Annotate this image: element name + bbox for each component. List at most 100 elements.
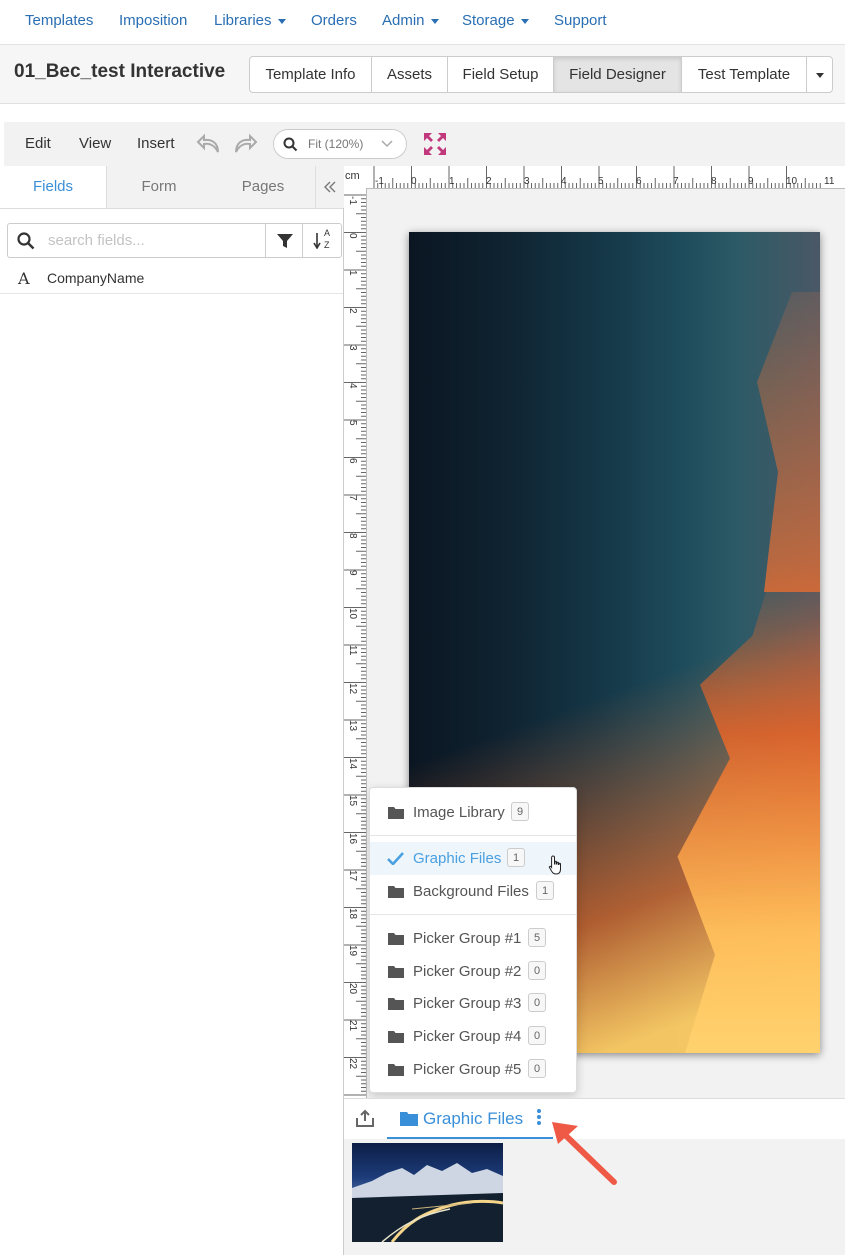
nav-admin-label: Admin (382, 12, 425, 29)
nav-libraries-label: Libraries (214, 12, 272, 29)
caret-down-icon (277, 18, 286, 24)
asset-thumbnail[interactable] (352, 1143, 503, 1242)
folder-item-background-files[interactable]: Background Files 1 (370, 875, 576, 908)
field-item[interactable]: A CompanyName (0, 259, 343, 294)
folder-item-picker-group-1[interactable]: Picker Group #1 5 (370, 922, 576, 955)
horizontal-ruler: cm -1 0 1 2 3 4 5 6 7 8 9 10 11 (344, 166, 845, 189)
ruler-label: 2 (347, 308, 358, 314)
upload-icon[interactable] (356, 1109, 374, 1127)
search-icon (283, 137, 298, 152)
filter-button[interactable] (265, 224, 303, 257)
ruler-label: 15 (347, 795, 358, 807)
nav-support[interactable]: Support (554, 12, 607, 29)
folder-icon (400, 1112, 418, 1126)
tab-test-template[interactable]: Test Template (682, 57, 807, 92)
tab-pages[interactable]: Pages (211, 166, 315, 208)
folder-item-graphic-files[interactable]: Graphic Files 1 (370, 842, 576, 875)
artwork-shape (677, 562, 820, 1053)
folder-label: Picker Group #3 (413, 995, 522, 1012)
ruler-label: 16 (347, 833, 358, 845)
folder-count-badge: 0 (528, 1026, 546, 1045)
sort-arrow-icon (313, 233, 321, 249)
zoom-value: Fit (120%) (308, 137, 364, 151)
ruler-label: 0 (347, 233, 358, 239)
menu-insert[interactable]: Insert (137, 135, 175, 152)
ruler-label: 5 (347, 420, 358, 426)
ruler-label: 3 (524, 176, 530, 187)
folder-item-picker-group-3[interactable]: Picker Group #3 0 (370, 987, 576, 1020)
ruler-label: 8 (711, 176, 717, 187)
collapse-panel-button[interactable] (315, 166, 344, 208)
folder-count-badge: 5 (528, 928, 546, 947)
sort-az-bottom: Z (324, 240, 330, 250)
nav-imposition[interactable]: Imposition (119, 12, 187, 29)
menu-view[interactable]: View (79, 135, 111, 152)
template-tabs: Template Info Assets Field Setup Field D… (249, 56, 833, 93)
tab-field-setup[interactable]: Field Setup (448, 57, 554, 92)
ruler-label: 13 (347, 720, 358, 732)
ruler-label: 4 (561, 176, 567, 187)
folder-count-badge: 0 (528, 1059, 546, 1078)
panel-tabs: Fields Form Pages (0, 166, 344, 209)
folder-label: Picker Group #1 (413, 930, 522, 947)
folder-count-badge: 0 (528, 993, 546, 1012)
folder-dropdown-menu: Image Library 9 Graphic Files 1 Backgrou… (369, 787, 577, 1093)
ruler-label: 21 (347, 1020, 358, 1032)
search-icon (17, 232, 35, 250)
vertical-ruler: -1 0 1 2 3 4 5 6 7 8 9 10 11 12 13 14 15… (344, 188, 367, 1098)
sort-button[interactable]: A Z (302, 224, 342, 257)
fullscreen-icon[interactable] (423, 132, 447, 156)
folder-icon (388, 886, 404, 898)
active-folder-label: Graphic Files (423, 1109, 524, 1128)
artwork-shape (757, 292, 820, 592)
ruler-ticks (373, 166, 821, 188)
nav-templates[interactable]: Templates (25, 12, 93, 29)
folder-count-badge: 1 (536, 881, 554, 900)
folder-item-picker-group-4[interactable]: Picker Group #4 0 (370, 1020, 576, 1053)
folder-label: Graphic Files (413, 850, 502, 867)
folder-icon (388, 966, 404, 978)
nav-libraries[interactable]: Libraries (214, 12, 286, 29)
menu-divider (370, 835, 576, 836)
folder-icon (388, 1064, 404, 1076)
filter-icon (277, 234, 293, 248)
kebab-menu-icon[interactable] (537, 1109, 541, 1125)
ruler-label: 4 (347, 383, 358, 389)
tab-field-designer[interactable]: Field Designer (554, 57, 682, 92)
page-title: 01_Bec_test Interactive (14, 61, 226, 82)
ruler-label: 10 (347, 608, 358, 620)
tab-form[interactable]: Form (107, 166, 211, 208)
nav-orders[interactable]: Orders (311, 12, 357, 29)
ruler-label: 7 (673, 176, 679, 187)
folder-tab-graphic-files[interactable]: Graphic Files (387, 1099, 553, 1139)
nav-storage[interactable]: Storage (462, 12, 529, 29)
folder-item-image-library[interactable]: Image Library 9 (370, 796, 576, 829)
menu-edit[interactable]: Edit (25, 135, 51, 152)
ruler-label: 6 (636, 176, 642, 187)
folder-label: Image Library (413, 804, 505, 821)
ruler-ticks (344, 194, 366, 1096)
nav-storage-label: Storage (462, 12, 515, 29)
folder-item-picker-group-5[interactable]: Picker Group #5 0 (370, 1053, 576, 1086)
checkmark-icon (387, 852, 404, 865)
ruler-label: 22 (347, 1058, 358, 1070)
zoom-select[interactable]: Fit (120%) (273, 129, 407, 159)
field-name: CompanyName (47, 270, 145, 286)
folder-item-picker-group-2[interactable]: Picker Group #2 0 (370, 955, 576, 988)
sort-az-top: A (324, 228, 331, 238)
search-input[interactable]: search fields... (48, 232, 145, 249)
caret-down-icon (430, 18, 439, 24)
undo-icon[interactable] (196, 132, 222, 156)
text-field-icon: A (18, 269, 30, 288)
tabs-more-dropdown[interactable] (807, 57, 832, 92)
nav-admin[interactable]: Admin (382, 12, 439, 29)
tab-assets[interactable]: Assets (372, 57, 448, 92)
ruler-label: 14 (347, 758, 358, 770)
tab-fields[interactable]: Fields (0, 166, 107, 208)
caret-down-icon (520, 18, 529, 24)
ruler-label: 3 (347, 345, 358, 351)
folder-icon (388, 998, 404, 1010)
ruler-label: 11 (824, 176, 835, 187)
redo-icon[interactable] (232, 132, 258, 156)
tab-template-info[interactable]: Template Info (250, 57, 372, 92)
